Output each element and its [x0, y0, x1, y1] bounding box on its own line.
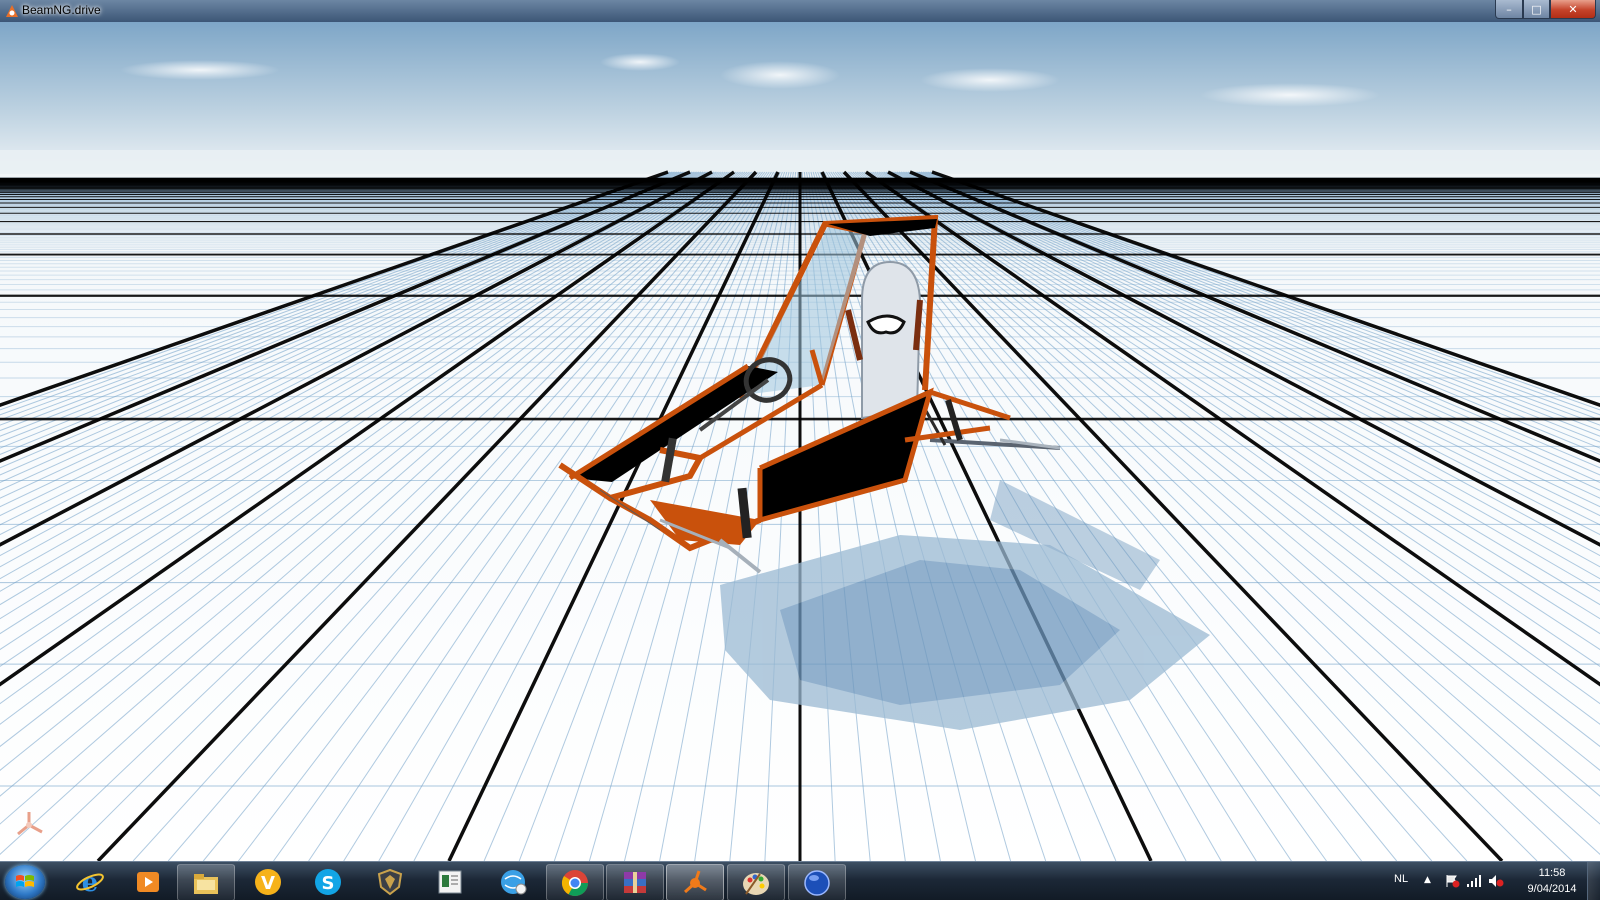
- title-bar[interactable]: BeamNG.drive – □ ✕: [0, 0, 1600, 22]
- chrome-icon[interactable]: [546, 864, 604, 900]
- winrar-icon[interactable]: [606, 864, 664, 900]
- taskbar: e V S NL ▲ 11:58 9/04/2014: [0, 861, 1600, 900]
- windows-logo-icon: [16, 875, 34, 887]
- cloud: [920, 68, 1060, 92]
- paint-icon[interactable]: [727, 864, 785, 900]
- svg-text:S: S: [322, 873, 335, 894]
- document-app-icon[interactable]: [422, 864, 478, 899]
- maximize-button[interactable]: □: [1523, 0, 1550, 19]
- language-indicator[interactable]: NL: [1394, 873, 1408, 885]
- cloud: [720, 61, 840, 89]
- clock[interactable]: 11:58 9/04/2014: [1516, 865, 1588, 897]
- beamng-icon: [6, 5, 18, 17]
- svg-text:e: e: [82, 868, 99, 897]
- minimize-button[interactable]: –: [1495, 0, 1523, 19]
- svg-text:V: V: [261, 873, 275, 894]
- shield-app-icon[interactable]: [362, 864, 418, 899]
- scene-render: [0, 22, 1600, 861]
- clock-date: 9/04/2014: [1527, 883, 1577, 895]
- skype-icon[interactable]: S: [300, 864, 356, 899]
- show-hidden-icons-icon[interactable]: ▲: [1424, 875, 1431, 885]
- cloud: [1200, 83, 1380, 107]
- media-player-icon[interactable]: [120, 864, 176, 899]
- beamng-taskbar-icon[interactable]: [666, 864, 724, 900]
- internet-explorer-icon[interactable]: e: [62, 864, 118, 899]
- vlc-v-icon[interactable]: V: [240, 864, 296, 899]
- action-center-flag-icon[interactable]: [1444, 874, 1460, 888]
- show-desktop-button[interactable]: [1587, 862, 1600, 900]
- close-button[interactable]: ✕: [1550, 0, 1596, 19]
- cloud: [600, 53, 680, 71]
- game-viewport[interactable]: [0, 22, 1600, 861]
- clock-time: 11:58: [1538, 867, 1566, 879]
- start-button[interactable]: [5, 865, 45, 899]
- blue-orb-icon[interactable]: [788, 864, 846, 900]
- volume-muted-icon[interactable]: [1488, 874, 1504, 888]
- network-globe-icon[interactable]: [485, 864, 541, 899]
- window-title: BeamNG.drive: [22, 3, 101, 17]
- beamng-window: BeamNG.drive – □ ✕ e V S NL ▲ 11:58 9/04…: [0, 0, 1600, 900]
- cloud: [120, 60, 280, 80]
- network-signal-icon[interactable]: [1466, 874, 1482, 888]
- file-explorer-icon[interactable]: [177, 864, 235, 900]
- axis-gizmo-icon: [17, 812, 43, 836]
